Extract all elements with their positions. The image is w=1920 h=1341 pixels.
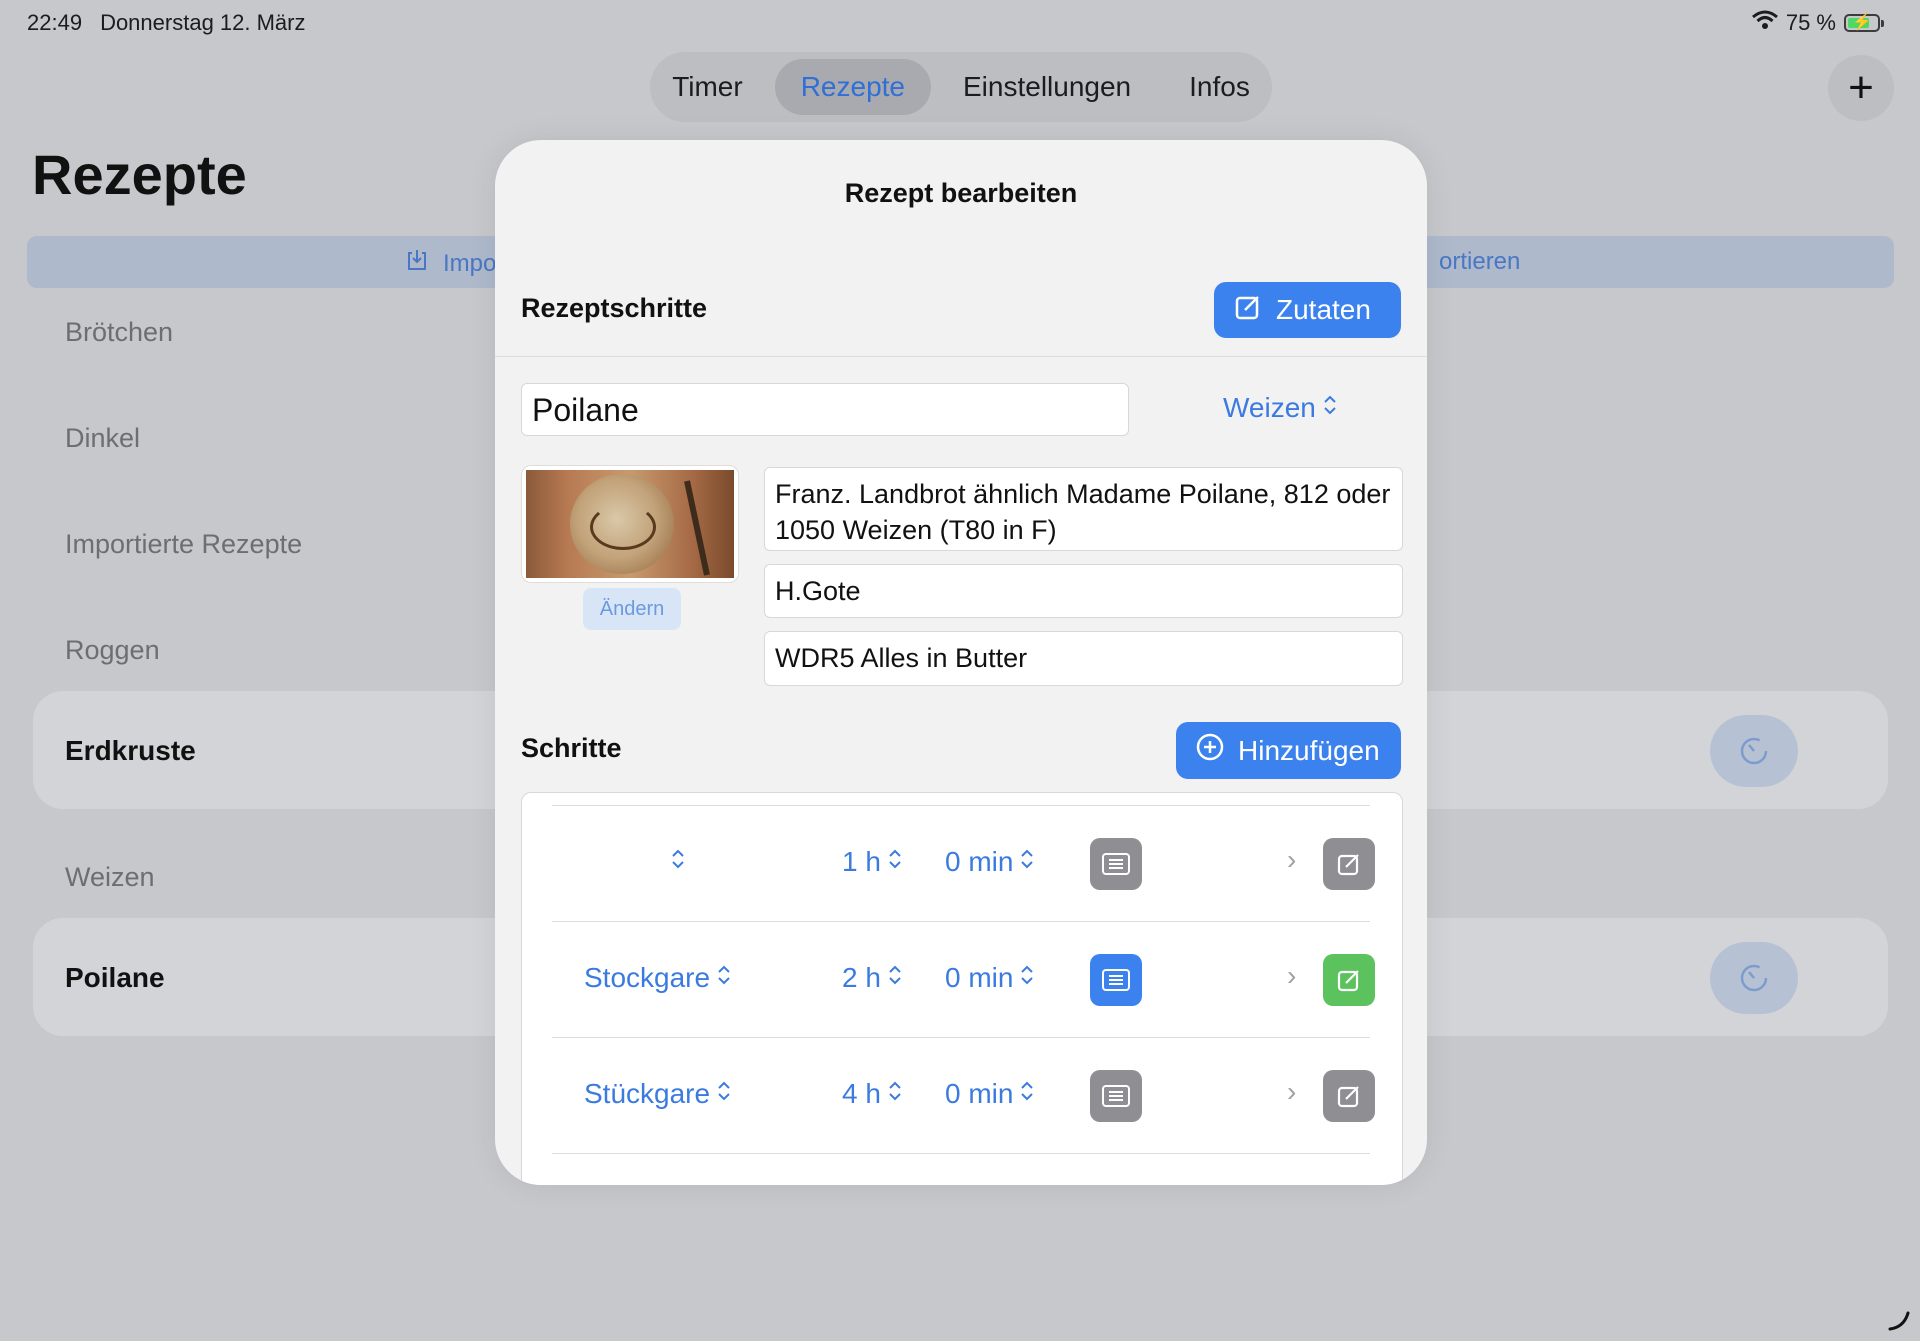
group-importierte-rezepte[interactable]: Importierte Rezepte [65,529,302,560]
group-weizen[interactable]: Weizen [65,862,155,893]
ingredients-button[interactable]: Zutaten [1214,282,1401,338]
phase-value: Stückgare [584,1078,711,1109]
chevron-updown-icon [1019,962,1035,994]
timer-icon [1740,964,1768,992]
import-label: Impo [443,249,497,277]
top-tab-bar: Timer Rezepte Einstellungen Infos [650,52,1272,122]
battery-percent: 75 % [1785,10,1836,35]
group-dinkel[interactable]: Dinkel [65,423,140,454]
phase-value: Stockgare [584,962,711,993]
step-row[interactable]: 1 h 0 min › [552,805,1375,922]
timer-button[interactable] [1710,942,1798,1014]
plus-circle-icon [1196,733,1224,768]
chevron-updown-icon [1322,392,1338,424]
edit-icon [1337,1086,1359,1108]
chevron-updown-icon [887,962,903,994]
source-field[interactable]: WDR5 Alles in Butter [764,631,1403,686]
phase-picker[interactable]: Stückgare [584,1078,732,1110]
hours-value: 4 h [842,1078,881,1109]
divider [495,356,1427,357]
minutes-value: 0 min [945,846,1014,877]
edit-icon [1234,293,1262,328]
chevron-right-icon[interactable]: › [1287,844,1296,876]
wifi-icon [1751,10,1778,36]
step-row[interactable]: Stückgare 4 h 0 min › [552,1037,1375,1154]
recipe-photo[interactable] [521,465,739,583]
chevron-updown-icon [716,1078,732,1110]
export-button[interactable]: ortieren [1439,248,1520,276]
import-icon [405,248,429,279]
note-icon [1102,853,1130,875]
phase-picker[interactable]: Stockgare [584,962,732,994]
edit-recipe-sheet: Rezept bearbeiten Rezeptschritte Zutaten… [495,140,1427,1185]
change-photo-button[interactable]: Ändern [583,588,681,630]
tab-timer[interactable]: Timer [646,59,769,115]
note-button[interactable] [1090,838,1142,890]
import-button[interactable]: Impo [405,248,496,279]
tab-einstellungen[interactable]: Einstellungen [937,59,1157,115]
add-button[interactable]: + [1828,55,1894,121]
swipe-indicator-icon[interactable] [1886,1307,1912,1333]
chevron-right-icon[interactable]: › [1287,1076,1296,1108]
minutes-value: 0 min [945,962,1014,993]
step-row[interactable]: Stockgare 2 h 0 min › [552,921,1375,1038]
hours-picker[interactable]: 2 h [842,962,903,994]
page-title: Rezepte [32,143,247,206]
chevron-right-icon[interactable]: › [1287,960,1296,992]
status-date: Donnerstag 12. März [100,10,306,35]
status-bar-right: 75 % ⚡ [1751,10,1884,36]
minutes-value: 0 min [945,1078,1014,1109]
status-bar-left: 22:49 Donnerstag 12. März [27,10,306,36]
note-button[interactable] [1090,1070,1142,1122]
phase-picker[interactable] [664,846,686,878]
category-picker[interactable]: Weizen [1223,392,1338,424]
step-row-divider [552,1153,1370,1185]
edit-icon [1337,970,1359,992]
tab-rezepte[interactable]: Rezepte [774,59,931,115]
hours-value: 1 h [842,846,881,877]
status-time: 22:49 [27,10,83,35]
edit-step-button[interactable] [1323,1070,1375,1122]
minutes-picker[interactable]: 0 min [945,962,1035,994]
recipe-card-name: Erdkruste [65,735,196,766]
category-value: Weizen [1223,392,1316,423]
hours-picker[interactable]: 1 h [842,846,903,878]
chevron-updown-icon [1019,846,1035,878]
edit-icon [1337,854,1359,876]
add-step-button[interactable]: Hinzufügen [1176,722,1401,779]
group-broetchen[interactable]: Brötchen [65,317,173,348]
chevron-updown-icon [887,1078,903,1110]
description-field[interactable]: Franz. Landbrot ähnlich Madame Poilane, … [764,467,1403,551]
recipe-name-field[interactable]: Poilane [521,383,1129,436]
note-icon [1102,1085,1130,1107]
chevron-updown-icon [670,846,686,878]
minutes-picker[interactable]: 0 min [945,1078,1035,1110]
sheet-title: Rezept bearbeiten [844,178,1078,208]
recipe-steps-label: Rezeptschritte [521,293,708,323]
chevron-updown-icon [716,962,732,994]
chevron-updown-icon [887,846,903,878]
ingredients-button-label: Zutaten [1276,294,1371,325]
plus-icon: + [1848,63,1874,112]
edit-step-button[interactable] [1323,838,1375,890]
chevron-updown-icon [1019,1078,1035,1110]
minutes-picker[interactable]: 0 min [945,846,1035,878]
recipe-card-name: Poilane [65,962,165,993]
group-roggen[interactable]: Roggen [65,635,160,666]
hours-picker[interactable]: 4 h [842,1078,903,1110]
author-field[interactable]: H.Gote [764,564,1403,618]
note-icon [1102,969,1130,991]
timer-icon [1740,737,1768,765]
hours-value: 2 h [842,962,881,993]
steps-list: 1 h 0 min › Stockgare 2 h 0 min › Stückg… [521,792,1403,1185]
bread-photo [526,470,734,578]
edit-step-button[interactable] [1323,954,1375,1006]
tab-infos[interactable]: Infos [1163,59,1276,115]
timer-button[interactable] [1710,715,1798,787]
note-button[interactable] [1090,954,1142,1006]
steps-label: Schritte [521,733,622,763]
battery-icon: ⚡ [1844,14,1884,32]
add-step-button-label: Hinzufügen [1238,734,1380,766]
